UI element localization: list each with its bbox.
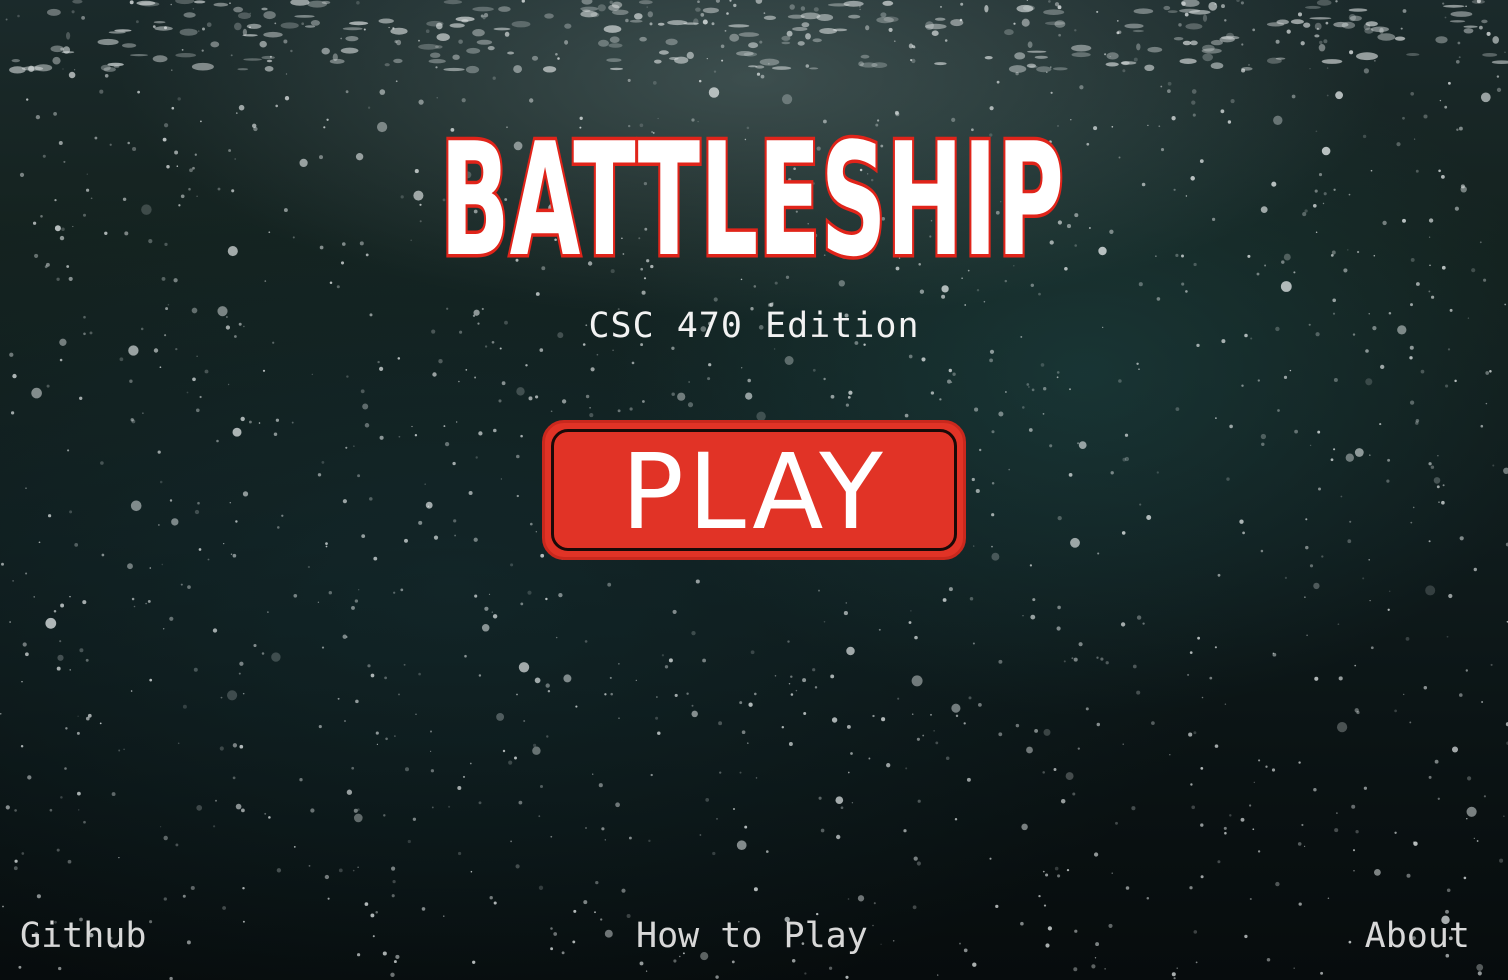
- game-title: BATTLESHIP: [440, 120, 1064, 270]
- github-link[interactable]: Github: [20, 916, 146, 956]
- how-to-play-link[interactable]: How to Play: [636, 916, 868, 956]
- game-title-logo: BATTLESHIP: [434, 120, 1070, 270]
- play-button-label: PLAY: [621, 431, 887, 553]
- play-button[interactable]: PLAY: [542, 420, 966, 560]
- edition-subtitle: CSC 470 Edition: [588, 306, 920, 346]
- about-link[interactable]: About: [1365, 916, 1470, 956]
